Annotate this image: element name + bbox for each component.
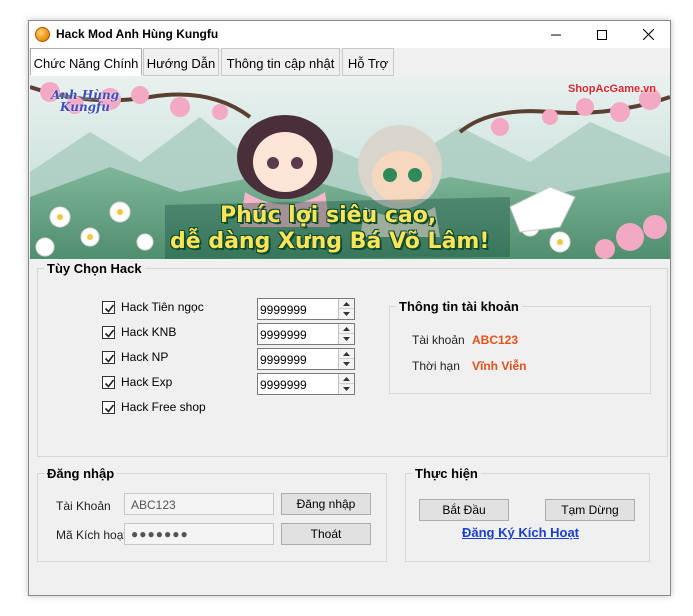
duration-value: Vĩnh Viễn (472, 359, 527, 373)
exp-amount-stepper[interactable]: 9999999 (257, 373, 355, 395)
account-value: ABC123 (472, 333, 519, 347)
duration-label: Thời hạn (412, 359, 460, 373)
stepper-down-button[interactable] (339, 334, 354, 344)
stepper-down-button[interactable] (339, 309, 354, 319)
account-info-group: Thông tin tài khoản Tài khoản ABC123 Thờ… (389, 299, 651, 394)
stepper-down-button[interactable] (339, 384, 354, 394)
game-banner: Anh Hùng Kungfu ShopAcGame.vn Phúc lợi s… (30, 77, 670, 259)
checkbox[interactable] (102, 325, 115, 339)
stepper-down-button[interactable] (339, 359, 354, 369)
account-label: Tài khoản (412, 333, 465, 347)
execute-title: Thực hiện (412, 466, 481, 481)
register-activation-link[interactable]: Đăng Ký Kích Hoạt (462, 525, 579, 540)
tab-main-functions[interactable]: Chức Năng Chính (30, 48, 142, 76)
stepper-value[interactable]: 9999999 (260, 378, 307, 392)
tab-guide[interactable]: Hướng Dẫn (143, 48, 219, 76)
hack-option-label: Hack Tiên ngọc (121, 300, 204, 314)
np-amount-stepper[interactable]: 9999999 (257, 348, 355, 370)
title-bar: Hack Mod Anh Hùng Kungfu (29, 21, 670, 48)
check-icon (104, 404, 115, 413)
caret-down-icon (343, 387, 350, 391)
hack-option-free-shop[interactable]: Hack Free shop (102, 399, 206, 415)
hack-option-label: Hack Free shop (121, 400, 206, 414)
hack-option-label: Hack NP (121, 350, 169, 364)
tab-update-info[interactable]: Thông tin cập nhật (221, 48, 340, 76)
maximize-icon (597, 29, 607, 40)
app-icon (35, 27, 50, 42)
maximize-button[interactable] (579, 21, 625, 48)
login-button[interactable]: Đăng nhập (281, 493, 371, 515)
stepper-value[interactable]: 9999999 (260, 328, 307, 342)
tab-bar: Chức Năng Chính Hướng Dẫn Thông tin cập … (30, 48, 670, 76)
caret-up-icon (343, 301, 350, 306)
start-button[interactable]: Bắt Đầu (419, 499, 509, 521)
check-icon (104, 354, 115, 363)
knb-amount-stepper[interactable]: 9999999 (257, 323, 355, 345)
activation-code-label: Mã Kích hoạt (56, 528, 127, 542)
login-account-field[interactable]: ABC123 (124, 493, 274, 515)
window-title: Hack Mod Anh Hùng Kungfu (56, 27, 219, 41)
stepper-up-button[interactable] (339, 324, 354, 334)
hack-option-label: Hack KNB (121, 325, 177, 339)
banner-site-text: ShopAcGame.vn (568, 83, 657, 95)
hack-options-title: Tùy Chọn Hack (44, 261, 145, 276)
stepper-up-button[interactable] (339, 349, 354, 359)
caret-up-icon (343, 376, 350, 381)
stepper-value[interactable]: 9999999 (260, 353, 307, 367)
hack-options-group: Tùy Chọn Hack Hack Tiên ngọc Hack KNB Ha… (37, 261, 668, 457)
banner-slogan-line1: Phúc lợi siêu cao, (220, 203, 437, 228)
app-window: Hack Mod Anh Hùng Kungfu Chức Năng Chính… (28, 20, 671, 596)
stepper-value[interactable]: 9999999 (260, 303, 307, 317)
pause-button[interactable]: Tạm Dừng (545, 499, 635, 521)
caret-down-icon (343, 312, 350, 316)
tien-ngoc-amount-stepper[interactable]: 9999999 (257, 298, 355, 320)
stepper-up-button[interactable] (339, 374, 354, 384)
minimize-button[interactable] (533, 21, 579, 48)
tab-support[interactable]: Hỗ Trợ (342, 48, 394, 76)
close-icon (642, 29, 654, 40)
activation-code-field[interactable]: ●●●●●●● (124, 523, 274, 545)
caret-down-icon (343, 337, 350, 341)
hack-option-np[interactable]: Hack NP (102, 349, 168, 365)
stepper-up-button[interactable] (339, 299, 354, 309)
caret-up-icon (343, 326, 350, 331)
caret-up-icon (343, 351, 350, 356)
check-icon (104, 329, 115, 338)
login-account-label: Tài Khoản (56, 499, 111, 513)
hack-option-tien-ngoc[interactable]: Hack Tiên ngọc (102, 299, 204, 315)
checkbox[interactable] (102, 300, 115, 314)
hack-option-knb[interactable]: Hack KNB (102, 324, 176, 340)
checkbox[interactable] (102, 400, 115, 414)
execute-group: Thực hiện Bắt Đầu Tạm Dừng Đăng Ký Kích … (405, 466, 650, 562)
hack-option-exp[interactable]: Hack Exp (102, 374, 172, 390)
login-group: Đăng nhập Tài Khoản ABC123 Đăng nhập Mã … (37, 466, 387, 562)
close-button[interactable] (625, 21, 671, 48)
hack-option-label: Hack Exp (121, 375, 173, 389)
banner-slogan-line2: dễ dàng Xưng Bá Võ Lâm! (170, 229, 490, 254)
account-info-title: Thông tin tài khoản (396, 299, 522, 314)
checkbox[interactable] (102, 350, 115, 364)
minimize-icon (551, 34, 561, 35)
caret-down-icon (343, 362, 350, 366)
check-icon (104, 304, 115, 313)
checkbox[interactable] (102, 375, 115, 389)
check-icon (104, 379, 115, 388)
exit-button[interactable]: Thoát (281, 523, 371, 545)
banner-logo: Anh Hùng Kungfu (50, 88, 120, 114)
login-title: Đăng nhập (44, 466, 118, 481)
